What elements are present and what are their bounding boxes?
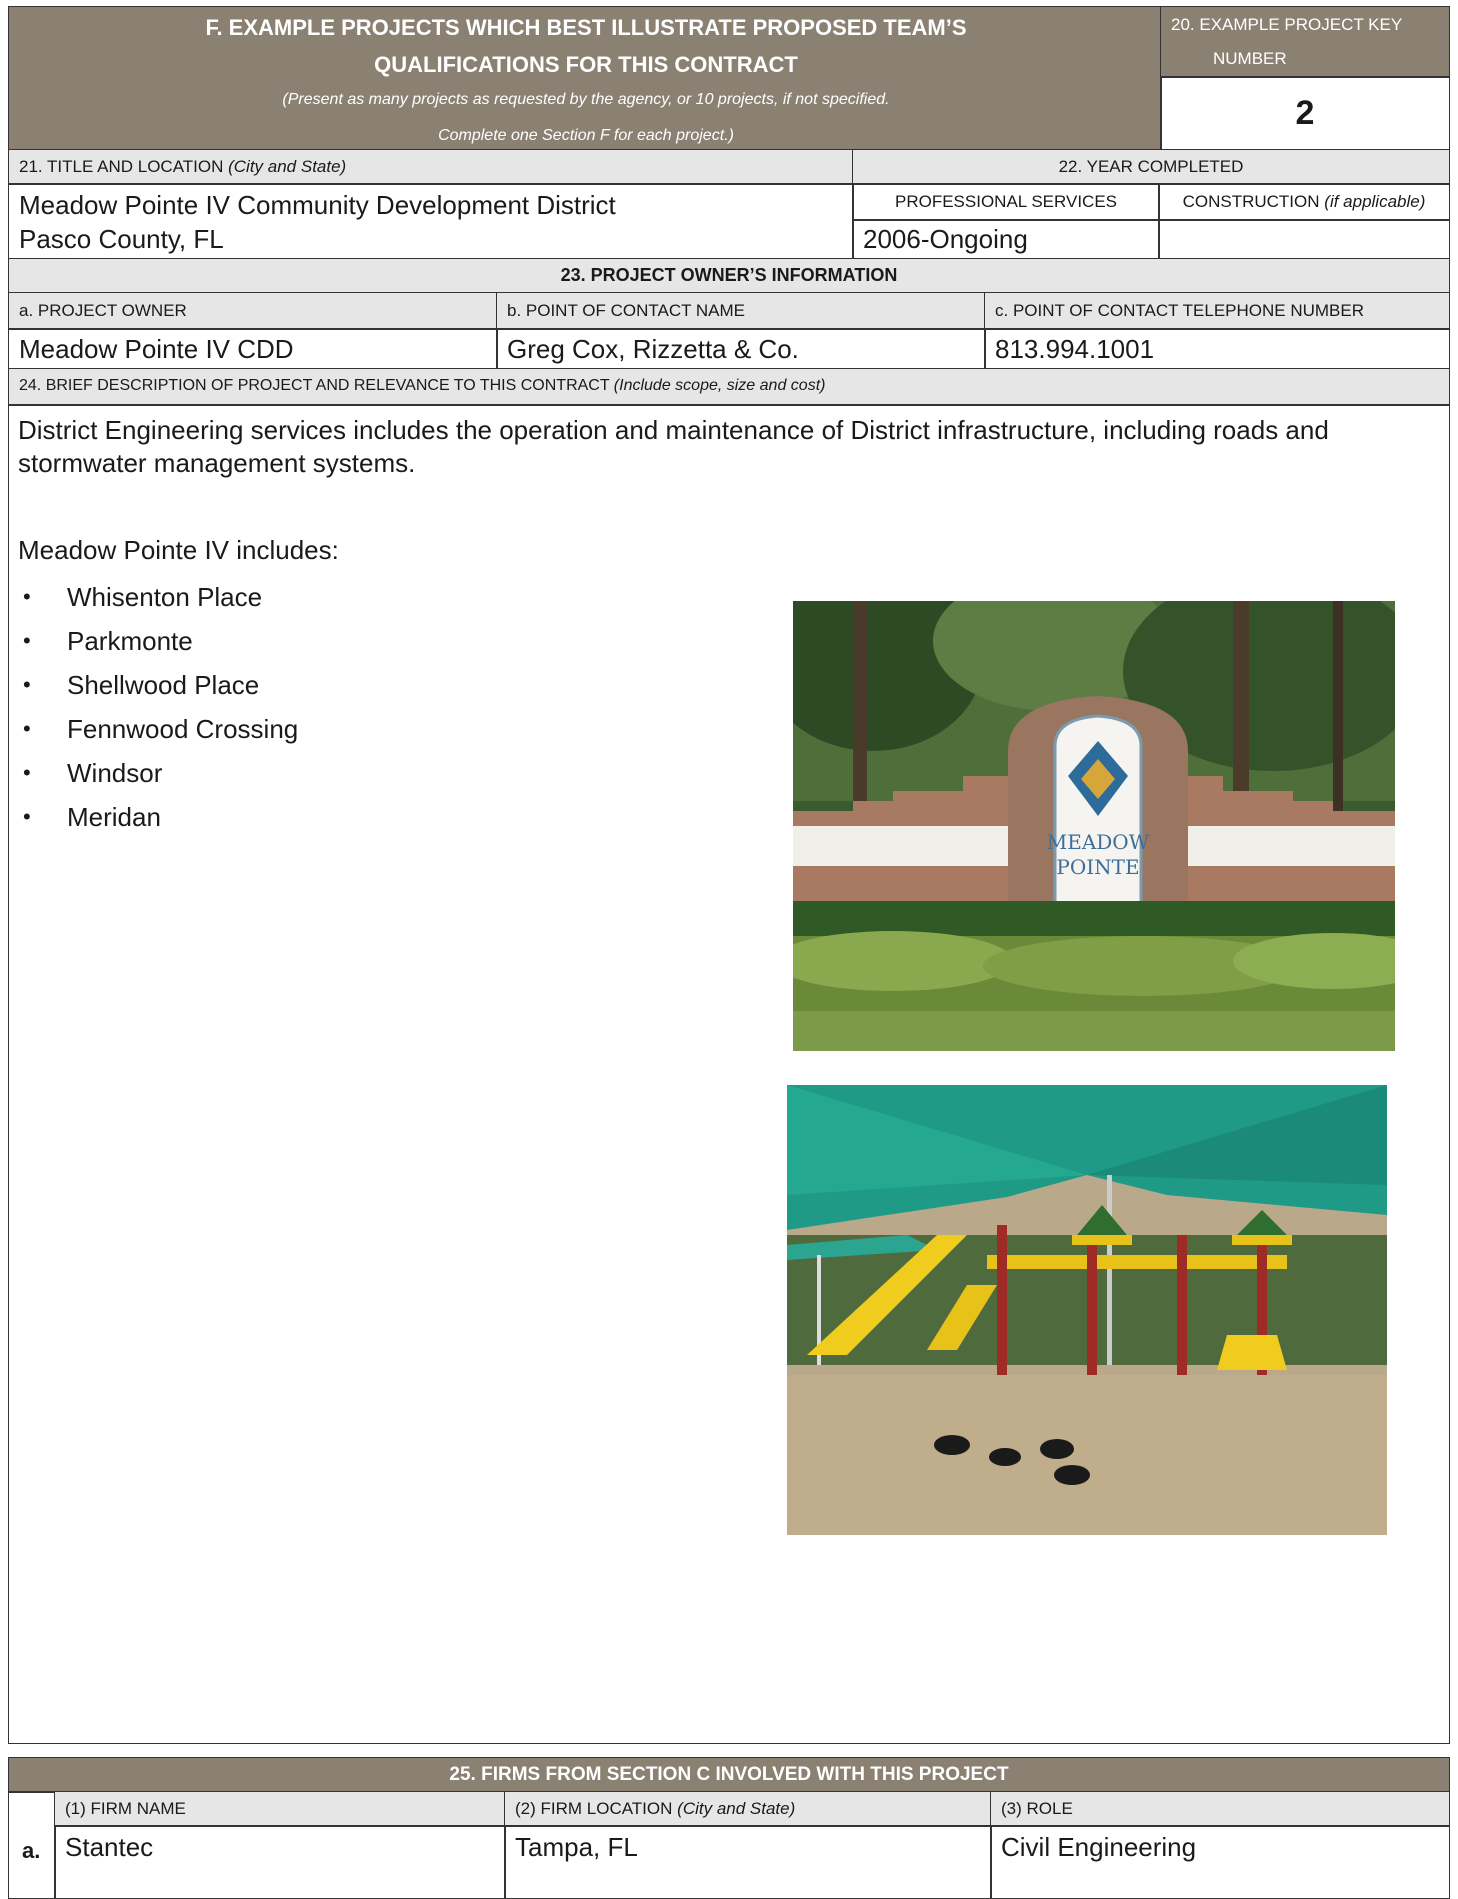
owner-info-header: 23. PROJECT OWNER’S INFORMATION [8, 258, 1450, 294]
firm-location-column-header: (2) FIRM LOCATION (City and State) [504, 1791, 992, 1827]
title-location-line2: Pasco County, FL [19, 224, 224, 254]
professional-services-label: PROFESSIONAL SERVICES [852, 183, 1160, 221]
construction-label-text: CONSTRUCTION [1182, 192, 1320, 211]
section-f-title-line1: F. EXAMPLE PROJECTS WHICH BEST ILLUSTRAT… [205, 15, 967, 40]
key-number-label-line2: NUMBER [1213, 49, 1287, 68]
list-item: Whisenton Place [19, 575, 579, 619]
key-number-value: 2 [1160, 76, 1450, 151]
description-body: District Engineering services includes t… [8, 404, 1450, 1744]
construction-value [1158, 219, 1450, 260]
owner-value: Meadow Pointe IV CDD [8, 328, 498, 370]
firms-header: 25. FIRMS FROM SECTION C INVOLVED WITH T… [8, 1757, 1450, 1793]
key-number-label-cell: 20. EXAMPLE PROJECT KEY NUMBER [1160, 6, 1450, 78]
sign-text-pointe: POINTE [1056, 855, 1139, 879]
list-item: Shellwood Place [19, 663, 579, 707]
description-label-text: 24. BRIEF DESCRIPTION OF PROJECT AND REL… [19, 377, 610, 394]
list-item: Fennwood Crossing [19, 707, 579, 751]
list-item: Parkmonte [19, 619, 579, 663]
description-para1-line2: stormwater management systems. [18, 448, 416, 478]
contact-value: Greg Cox, Rizzetta & Co. [496, 328, 986, 370]
firm-row-letter: a. [22, 1838, 41, 1863]
owner-label: a. PROJECT OWNER [8, 292, 498, 330]
phone-label: c. POINT OF CONTACT TELEPHONE NUMBER [984, 292, 1450, 330]
firm-location-column-italic: (City and State) [677, 1799, 796, 1818]
firm-role-column-header: (3) ROLE [990, 1791, 1450, 1827]
firm-location-column-label: (2) FIRM LOCATION [515, 1799, 673, 1818]
construction-label: CONSTRUCTION (if applicable) [1158, 183, 1450, 221]
title-location-line1: Meadow Pointe IV Community Development D… [19, 190, 616, 220]
firm-name-cell: Stantec [54, 1825, 506, 1899]
list-item: Windsor [19, 751, 579, 795]
title-location-value-cell: Meadow Pointe IV Community Development D… [8, 183, 854, 260]
section-f-header: F. EXAMPLE PROJECTS WHICH BEST ILLUSTRAT… [8, 6, 1162, 151]
phone-value: 813.994.1001 [984, 328, 1450, 370]
firm-location-cell: Tampa, FL [504, 1825, 992, 1899]
title-location-label: 21. TITLE AND LOCATION (City and State) [8, 149, 854, 185]
key-number-label-line1: 20. EXAMPLE PROJECT KEY [1171, 15, 1403, 34]
description-label-italic: (Include scope, size and cost) [613, 377, 826, 394]
firm-role-cell: Civil Engineering [990, 1825, 1450, 1899]
description-para2: Meadow Pointe IV includes: [18, 535, 339, 565]
description-label: 24. BRIEF DESCRIPTION OF PROJECT AND REL… [8, 368, 1450, 406]
section-f-note-line2: Complete one Section F for each project.… [438, 127, 734, 144]
professional-services-value: 2006-Ongoing [852, 219, 1160, 260]
sign-text-meadow: MEADOW [1047, 830, 1150, 854]
section-f-title-line2: QUALIFICATIONS FOR THIS CONTRACT [374, 52, 798, 77]
contact-label: b. POINT OF CONTACT NAME [496, 292, 986, 330]
community-list: Whisenton Place Parkmonte Shellwood Plac… [19, 575, 579, 839]
title-location-label-italic: (City and State) [228, 157, 347, 176]
firm-name-column-header: (1) FIRM NAME [54, 1791, 506, 1827]
list-item: Meridan [19, 795, 579, 839]
construction-label-italic: (if applicable) [1324, 192, 1426, 211]
year-completed-label: 22. YEAR COMPLETED [852, 149, 1450, 185]
playground-photo [787, 1085, 1387, 1535]
section-f-note-line1: (Present as many projects as requested b… [282, 91, 890, 108]
entrance-sign-photo: MEADOW POINTE [793, 601, 1395, 1051]
title-location-label-text: 21. TITLE AND LOCATION [19, 157, 224, 176]
description-para1-line1: District Engineering services includes t… [18, 415, 1329, 445]
